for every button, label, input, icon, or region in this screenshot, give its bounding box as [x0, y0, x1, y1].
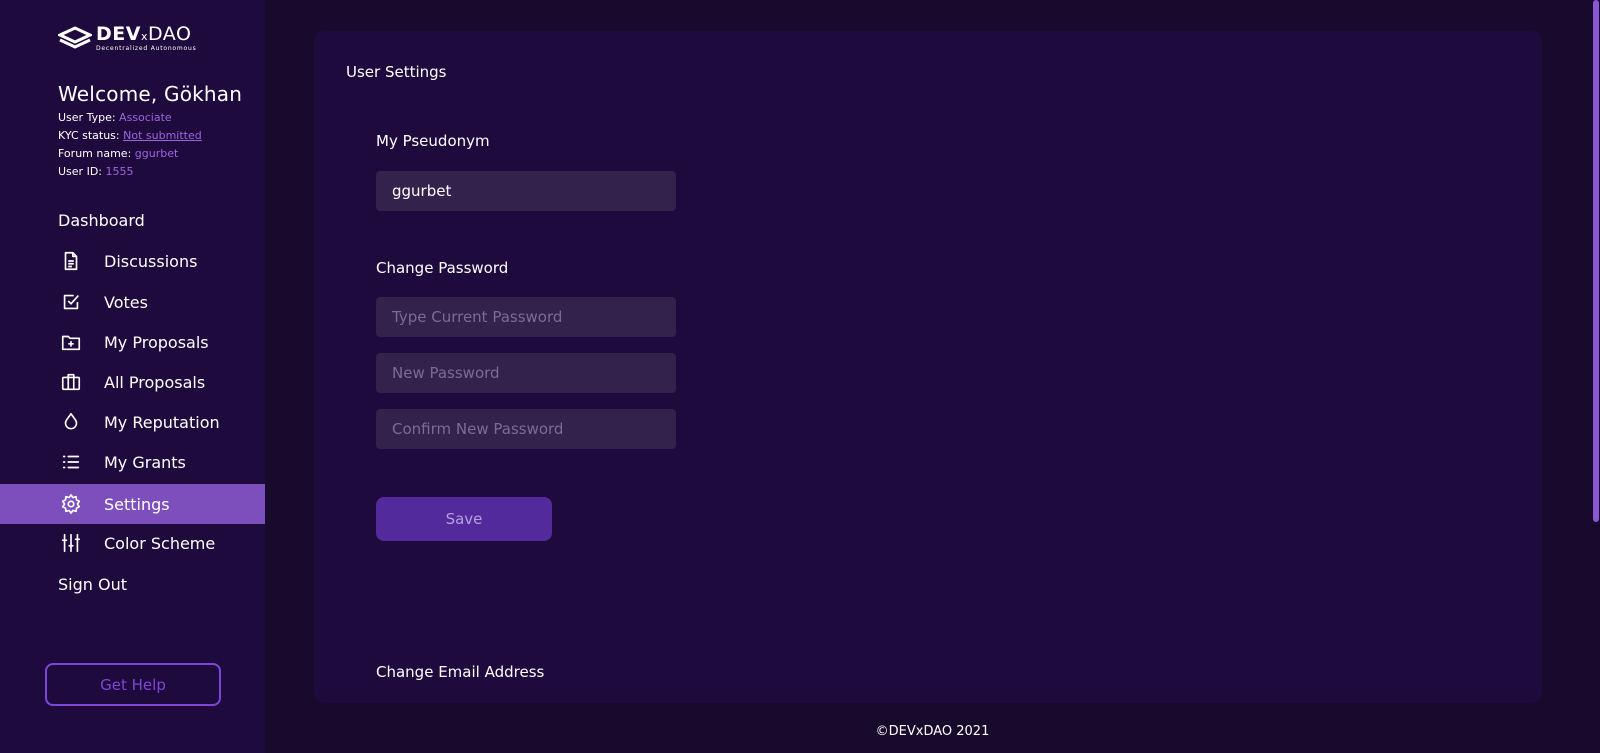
kyc-status-link[interactable]: Not submitted [123, 129, 202, 142]
confirm-password-input[interactable] [376, 409, 676, 449]
user-id-value: 1555 [105, 165, 134, 178]
sliders-icon [61, 533, 81, 553]
welcome-heading: Welcome, Gökhan [58, 82, 243, 106]
footer-copyright: ©DEVxDAO 2021 [875, 724, 990, 739]
gear-icon [61, 494, 81, 514]
nav-item-my-grants[interactable]: My Grants [0, 442, 265, 482]
list-icon [62, 455, 80, 469]
kyc-status-row: KYC status: Not submitted [58, 129, 202, 142]
scrollbar-thumb[interactable] [1593, 0, 1599, 522]
new-password-input[interactable] [376, 353, 676, 393]
nav-item-settings[interactable]: Settings [0, 484, 265, 524]
user-type-row: User Type: Associate [58, 111, 172, 124]
nav-item-discussions[interactable]: Discussions [0, 241, 265, 281]
nav-item-votes[interactable]: Votes [0, 282, 265, 322]
logo-tagline: Decentralized Autonomous [96, 44, 197, 52]
devxdao-logo[interactable]: DEVxDAO Decentralized Autonomous [58, 24, 197, 52]
sign-out-link[interactable]: Sign Out [58, 575, 127, 594]
current-password-input[interactable] [376, 297, 676, 337]
nav-dashboard[interactable]: Dashboard [58, 211, 145, 230]
folder-plus-icon [61, 335, 81, 351]
briefcase-icon [61, 373, 81, 391]
pseudonym-input[interactable] [376, 171, 676, 211]
pseudonym-label: My Pseudonym [376, 132, 490, 150]
checkbox-icon [63, 294, 79, 310]
nav-item-all-proposals[interactable]: All Proposals [0, 362, 265, 402]
droplet-icon [64, 412, 78, 430]
page-title: User Settings [346, 63, 447, 81]
change-password-label: Change Password [376, 259, 509, 277]
user-type-value: Associate [119, 111, 172, 124]
nav-item-color-scheme[interactable]: Color Scheme [0, 523, 265, 563]
sidebar: DEVxDAO Decentralized Autonomous Welcome… [0, 0, 265, 753]
get-help-button[interactable]: Get Help [45, 663, 221, 706]
document-icon [64, 251, 78, 271]
forum-name-row: Forum name: ggurbet [58, 147, 179, 160]
nav-item-my-reputation[interactable]: My Reputation [0, 402, 265, 442]
forum-name-value: ggurbet [134, 147, 179, 160]
nav-item-my-proposals[interactable]: My Proposals [0, 322, 265, 362]
logo-mark-icon [58, 26, 92, 49]
logo-title: DEVxDAO [96, 22, 192, 45]
user-id-row: User ID: 1555 [58, 165, 134, 178]
save-button[interactable]: Save [376, 497, 552, 541]
settings-card: User Settings My Pseudonym Change Passwo… [314, 31, 1542, 703]
change-email-label: Change Email Address [376, 663, 545, 681]
